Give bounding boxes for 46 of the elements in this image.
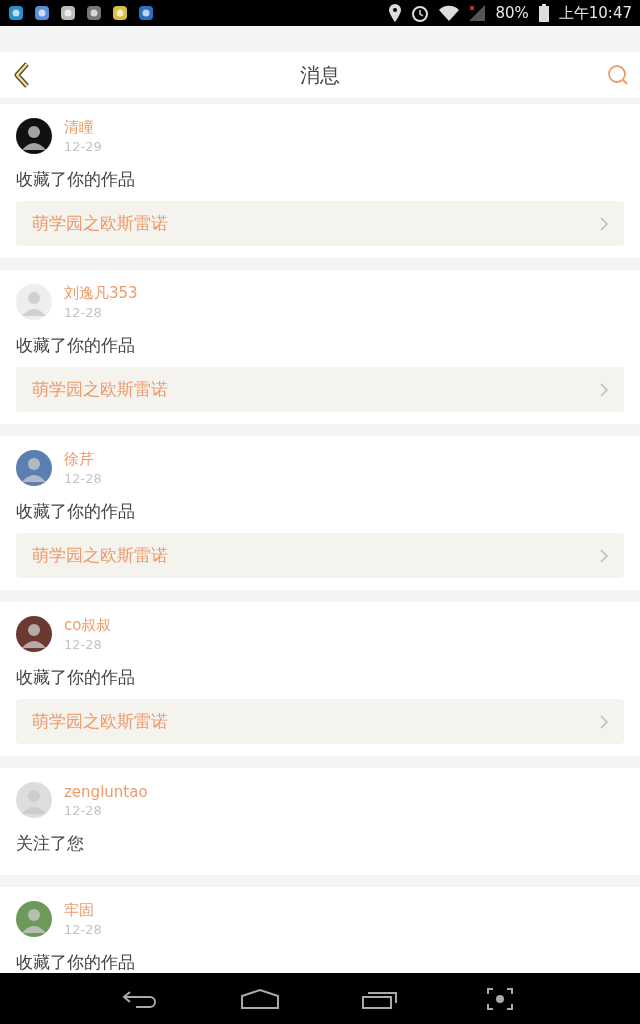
message-text: 收藏了你的作品 [16,666,136,689]
location-icon [389,4,402,22]
user-name[interactable]: 刘逸凡353 [64,284,138,303]
user-name[interactable]: 清瞳 [64,118,102,137]
battery-percent: 80% [495,4,529,22]
message-text: 关注了您 [16,832,85,855]
message-date: 12-28 [64,471,102,486]
message-text: 收藏了你的作品 [16,951,136,973]
user-name[interactable]: 牢固 [64,901,102,920]
chevron-icon [600,382,608,397]
user-name[interactable]: co叔叔 [64,616,112,635]
work-link[interactable]: 萌学园之欧斯雷诺 [16,699,624,744]
avatar [16,118,52,154]
user-name[interactable]: 徐芹 [64,450,102,469]
chevron-icon [600,714,608,729]
alarm-icon [411,4,430,22]
bag-icon[interactable] [60,5,76,21]
app-icon[interactable] [8,5,24,21]
avatar [16,616,52,652]
chevron-icon [600,216,608,231]
clock: 上午10:47 [558,3,632,23]
user-name[interactable]: zengluntao [64,782,148,801]
wifi-icon [439,5,460,21]
signal-icon [469,5,486,21]
app-icon[interactable] [34,5,50,21]
avatar [16,782,52,818]
battery-icon [538,4,549,22]
chevron-icon [600,548,608,563]
message-text: 收藏了你的作品 [16,334,136,357]
work-link[interactable]: 萌学园之欧斯雷诺 [16,367,624,412]
avatar [16,450,52,486]
message-date: 12-28 [64,802,103,818]
work-link[interactable]: 萌学园之欧斯雷诺 [16,533,624,578]
message-text: 收藏了你的作品 [16,168,136,191]
work-link[interactable]: 萌学园之欧斯雷诺 [16,201,624,246]
message-date: 12-28 [64,637,103,652]
message-date: 12-28 [64,305,103,320]
avatar [16,284,52,320]
app-icon[interactable] [138,5,154,21]
message-date: 12-28 [64,922,102,937]
avatar [16,901,52,937]
page-title: 消息 [300,61,340,89]
image-icon[interactable] [86,5,102,21]
app-icon[interactable] [112,5,128,21]
message-text: 收藏了你的作品 [16,500,136,523]
message-date: 12-29 [64,139,102,154]
